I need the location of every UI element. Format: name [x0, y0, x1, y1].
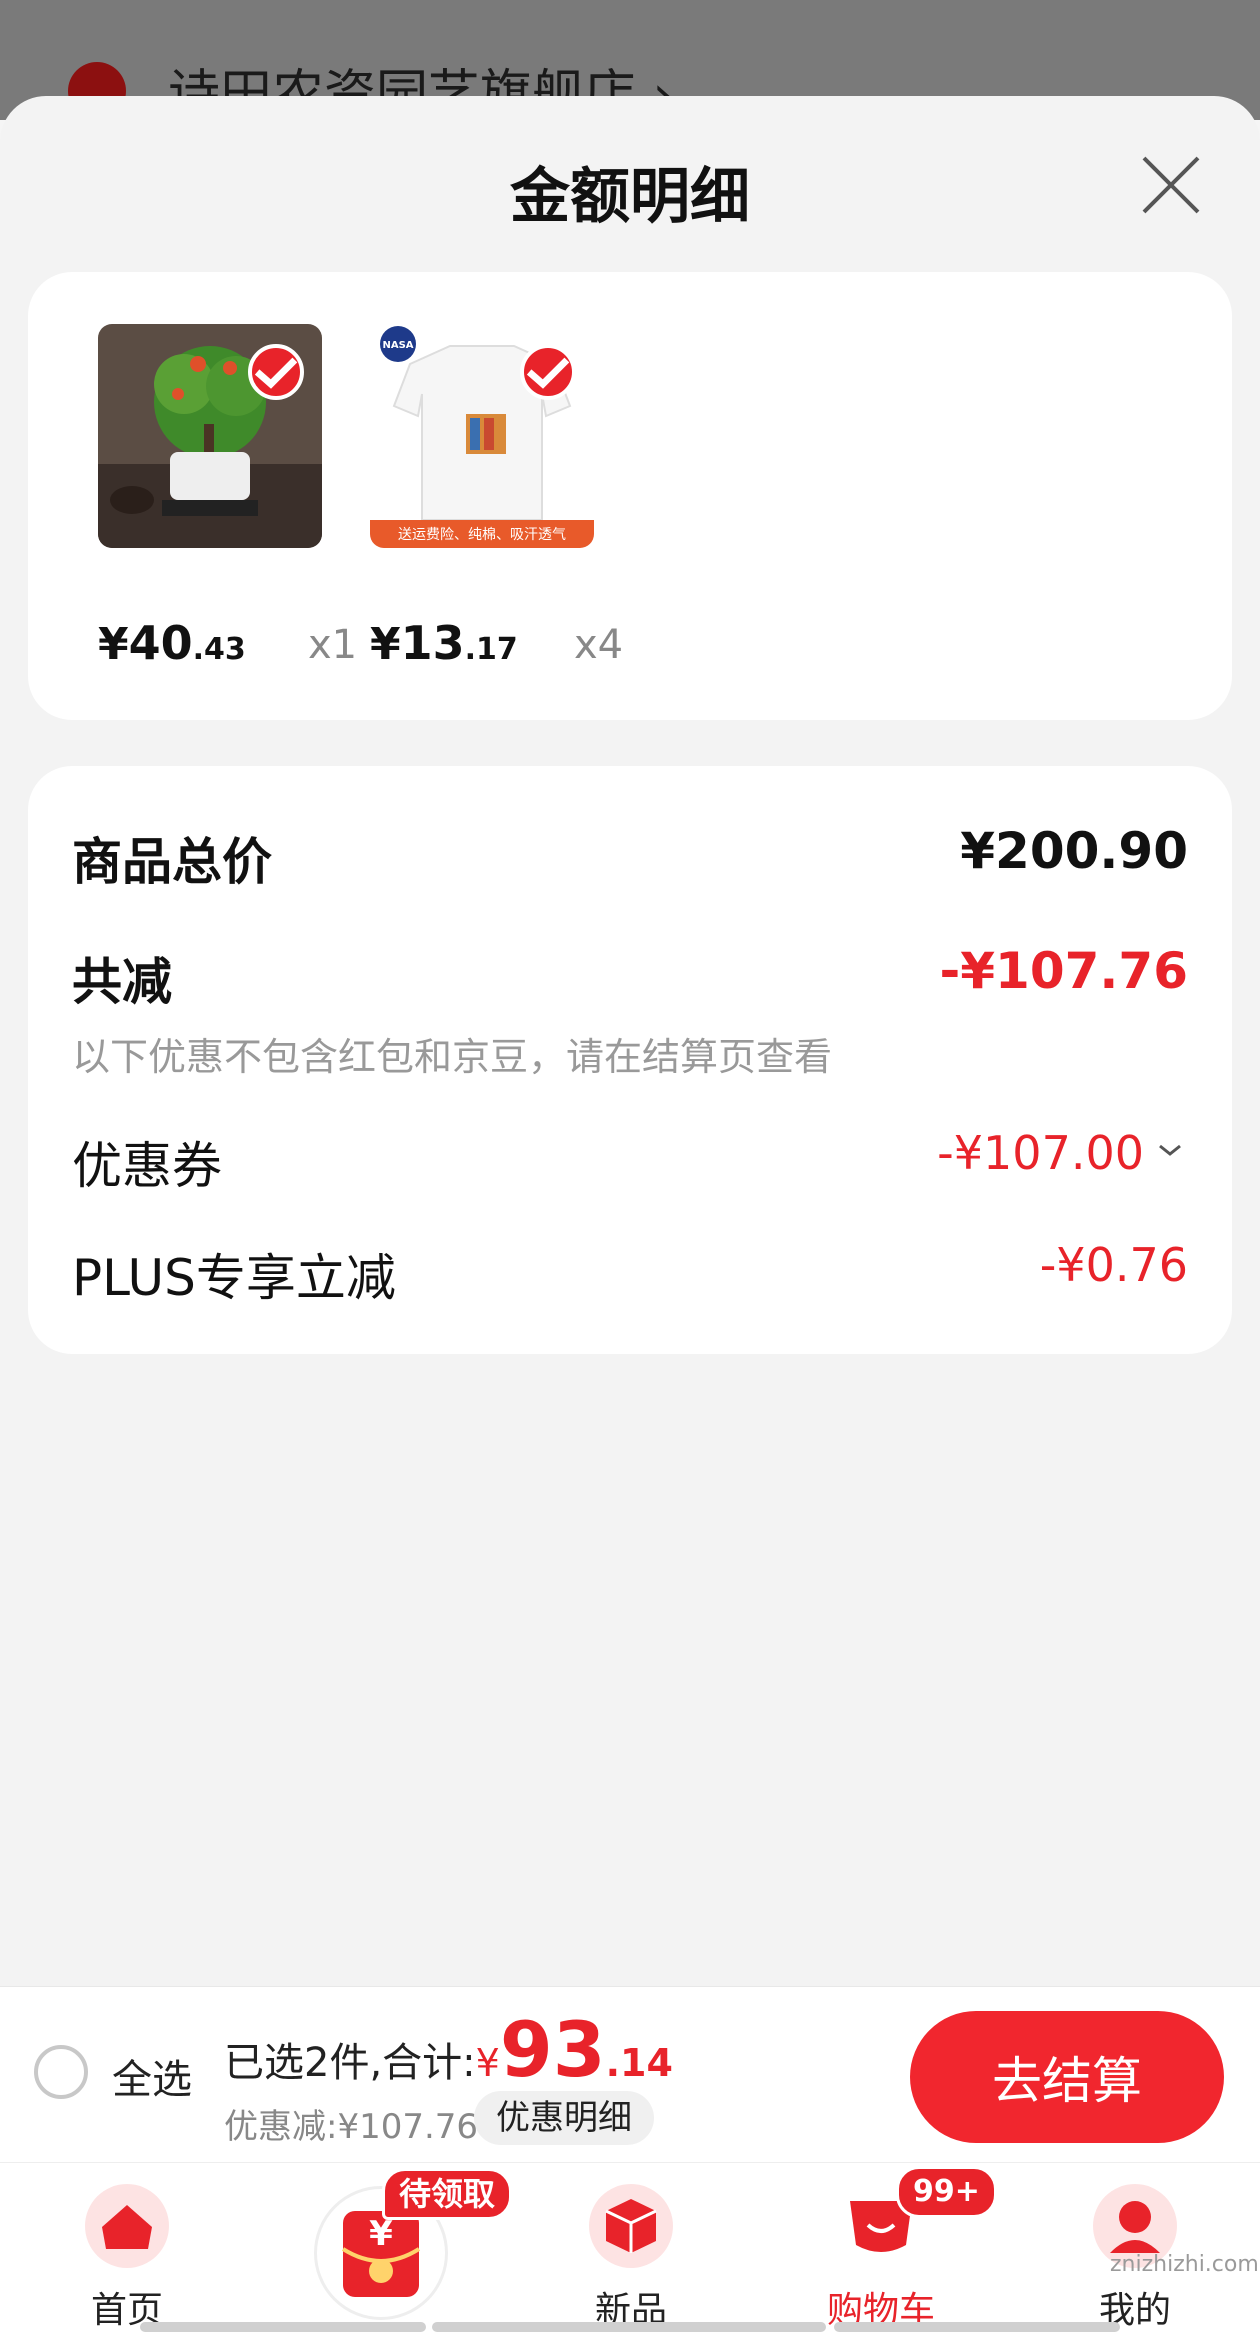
home-indicator [834, 2322, 1120, 2332]
checkout-bar: 全选 已选2件,合计:¥93.14 优惠减:¥107.76 优惠明细 去结算 [0, 1986, 1260, 2163]
watermark: znizhizhi.com [1110, 2252, 1259, 2277]
close-button[interactable] [1136, 150, 1206, 220]
tshirt-image: NASA 送运费险、纯棉、吸汗透气 [370, 324, 594, 548]
home-indicator [432, 2322, 826, 2332]
home-icon [85, 2184, 169, 2268]
item-quantity: x1 [308, 622, 358, 668]
coupon-value: -¥107.00 [937, 1126, 1144, 1180]
bonsai-image [98, 324, 322, 548]
plus-value: -¥0.76 [1039, 1238, 1188, 1292]
select-all-label[interactable]: 全选 [112, 2047, 192, 2105]
price-detail-card: 商品总价 ¥200.90 共减 -¥107.76 以下优惠不包含红包和京豆，请在… [28, 766, 1232, 1354]
coupon-badge: 待领取 [382, 2168, 513, 2220]
select-all-radio[interactable] [34, 2045, 88, 2099]
amount-detail-sheet: 金额明细 ¥40.43 x1 NASA 送运费险、纯棉、吸汗透气 ¥13.17 … [0, 96, 1260, 1986]
item-quantity: x4 [574, 622, 624, 668]
plus-label: PLUS专享立减 [72, 1249, 396, 1307]
chevron-down-icon[interactable] [1156, 1140, 1184, 1164]
close-icon [1142, 156, 1200, 214]
discount-note: 以下优惠不包含红包和京豆，请在结算页查看 [72, 1035, 833, 1079]
tshirt-image-logo: NASA [382, 340, 413, 351]
checkout-button[interactable]: 去结算 [910, 2011, 1224, 2143]
sheet-title: 金额明细 [510, 162, 750, 232]
cart-count-badge: 99+ [896, 2166, 997, 2218]
tab-new[interactable]: 新品 [556, 2181, 706, 2331]
svg-text:¥: ¥ [369, 2214, 393, 2254]
coupon-label: 优惠券 [72, 1137, 222, 1195]
tshirt-image-caption: 送运费险、纯棉、吸汗透气 [398, 526, 566, 543]
selected-check-icon [248, 344, 304, 400]
tab-bar: 首页 新品 购物车 我的 [0, 2162, 1260, 2337]
item-bonsai[interactable]: ¥40.43 x1 [98, 324, 357, 670]
discount-amount: 优惠减:¥107.76 [224, 2107, 479, 2147]
reduce-label: 共减 [72, 953, 172, 1011]
tab-home[interactable]: 首页 [52, 2181, 202, 2331]
total-value: ¥200.90 [960, 822, 1188, 880]
item-tshirt[interactable]: NASA 送运费险、纯棉、吸汗透气 ¥13.17 x4 [370, 324, 623, 670]
box-icon [589, 2184, 673, 2268]
reduce-value: -¥107.76 [939, 942, 1189, 1000]
total-label: 商品总价 [72, 833, 272, 891]
selected-summary: 已选2件,合计:¥93.14 [224, 2005, 673, 2094]
home-indicator [140, 2322, 426, 2332]
items-card: ¥40.43 x1 NASA 送运费险、纯棉、吸汗透气 ¥13.17 x4 [28, 272, 1232, 720]
item-price: ¥40.43 [98, 616, 246, 670]
selected-check-icon [520, 344, 576, 400]
discount-detail-button[interactable]: 优惠明细 [474, 2091, 654, 2145]
item-price: ¥13.17 [370, 616, 518, 670]
